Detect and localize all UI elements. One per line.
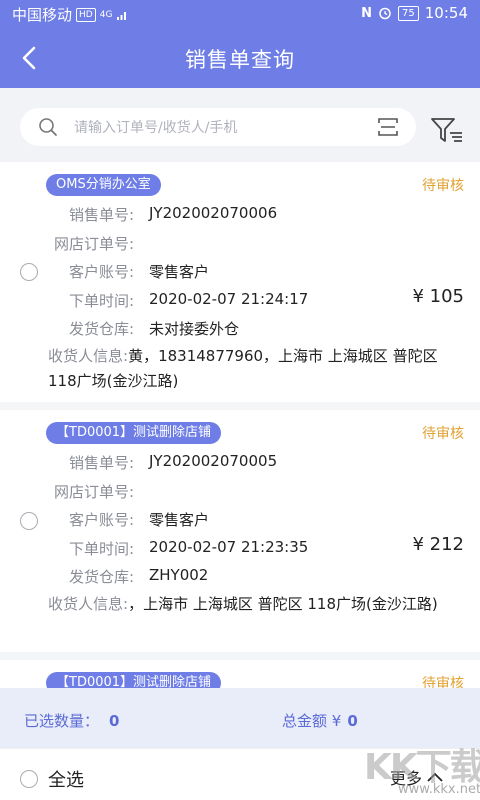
order-no-label: 销售单号: (68, 454, 134, 472)
watermark-site: www.kkx.net (398, 782, 480, 797)
warehouse-value: ZHY002 (149, 566, 209, 584)
amount-value: ¥ 212 (412, 534, 464, 555)
selected-value: 0 (109, 712, 120, 730)
shop-order-label: 网店订单号: (53, 235, 134, 253)
search-icon (39, 118, 57, 136)
selected-label: 已选数量： (24, 712, 100, 730)
selected-count: 已选数量： 0 (24, 710, 119, 731)
time-row: 下单时间: 2020-02-07 21:23:35 ¥ 212 (0, 534, 480, 560)
amount-value: ¥ 105 (412, 286, 464, 307)
order-list: OMS分销办公室 待审核 销售单号: JY202002070006 网店订单号:… (0, 162, 480, 688)
receiver-label: 收货人信息: (48, 347, 129, 365)
signal-icon (117, 11, 127, 20)
status-badge: 待审核 (422, 178, 464, 194)
order-no-value: JY202002070006 (149, 204, 278, 222)
status-bar: 中国移动 HD 4G N 75 10:54 (0, 0, 480, 28)
customer-value: 零售客户 (149, 511, 210, 529)
hd-badge: HD (76, 7, 96, 22)
shop-tag: 【TD0001】测试删除店铺 (46, 422, 222, 444)
nfc-icon: N (361, 5, 373, 21)
order-no-value: JY202002070005 (149, 452, 278, 470)
customer-value: 零售客户 (149, 263, 210, 281)
nav-bar: 销售单查询 (0, 28, 480, 88)
shop-order-row: 网店订单号: (0, 481, 480, 503)
receiver-label: 收货人信息: (48, 595, 129, 613)
clock: 10:54 (424, 4, 468, 22)
order-no-row: 销售单号: JY202002070006 (0, 204, 480, 226)
warehouse-label: 发货仓库: (68, 320, 134, 338)
order-no-row: 销售单号: JY202002070005 (0, 452, 480, 474)
total-amount: 总金额 ¥ 0 (282, 710, 358, 731)
time-label: 下单时间: (68, 540, 134, 558)
customer-label: 客户账号: (68, 263, 134, 281)
shop-order-row: 网店订单号: (0, 233, 480, 255)
receiver-row: 收货人信息:，上海市 上海城区 普陀区 118广场(金沙江路) (48, 592, 468, 617)
warehouse-value: 未对接委外仓 (149, 320, 240, 338)
alarm-icon (379, 7, 391, 20)
total-value: 0 (347, 712, 358, 730)
receiver-row: 收货人信息:黄，18314877960，上海市 上海城区 普陀区 118广场(金… (48, 344, 468, 394)
warehouse-row: 发货仓库: 未对接委外仓 (0, 318, 480, 340)
customer-row: 客户账号: 零售客户 (0, 261, 480, 283)
customer-label: 客户账号: (68, 511, 134, 529)
status-badge: 待审核 (422, 676, 464, 688)
search-input[interactable]: 请输入订单号/收货人/手机 (20, 108, 416, 146)
shop-order-label: 网店订单号: (53, 483, 134, 501)
warehouse-label: 发货仓库: (68, 568, 134, 586)
warehouse-row: 发货仓库: ZHY002 (0, 566, 480, 588)
status-badge: 待审核 (422, 426, 464, 442)
order-card[interactable]: 【TD0001】测试删除店铺 待审核 (0, 660, 480, 688)
network-type: 4G (99, 9, 113, 20)
order-card[interactable]: OMS分销办公室 待审核 销售单号: JY202002070006 网店订单号:… (0, 162, 480, 410)
shop-tag: 【TD0001】测试删除店铺 (46, 672, 222, 688)
total-label: 总金额 ¥ (282, 712, 342, 730)
order-no-label: 销售单号: (68, 206, 134, 224)
select-all-radio[interactable] (20, 770, 38, 788)
search-placeholder: 请输入订单号/收货人/手机 (74, 120, 238, 136)
time-value: 2020-02-07 21:24:17 (149, 290, 309, 308)
time-value: 2020-02-07 21:23:35 (149, 538, 309, 556)
scan-icon[interactable] (378, 118, 398, 136)
customer-row: 客户账号: 零售客户 (0, 509, 480, 531)
time-label: 下单时间: (68, 292, 134, 310)
watermark-logo: KK下载 www.kkx.net (358, 736, 480, 800)
search-area: 请输入订单号/收货人/手机 (0, 88, 480, 162)
select-all-button[interactable]: 全选 (20, 766, 84, 792)
filter-icon[interactable] (430, 116, 464, 144)
battery-indicator: 75 (398, 5, 419, 21)
order-card[interactable]: 【TD0001】测试删除店铺 待审核 销售单号: JY202002070005 … (0, 410, 480, 660)
shop-tag: OMS分销办公室 (46, 174, 161, 196)
page-title: 销售单查询 (185, 48, 295, 72)
select-all-label: 全选 (48, 770, 84, 791)
carrier-label: 中国移动 (12, 6, 73, 24)
time-row: 下单时间: 2020-02-07 21:24:17 ¥ 105 (0, 286, 480, 312)
receiver-value: ，上海市 上海城区 普陀区 118广场(金沙江路) (128, 595, 438, 613)
